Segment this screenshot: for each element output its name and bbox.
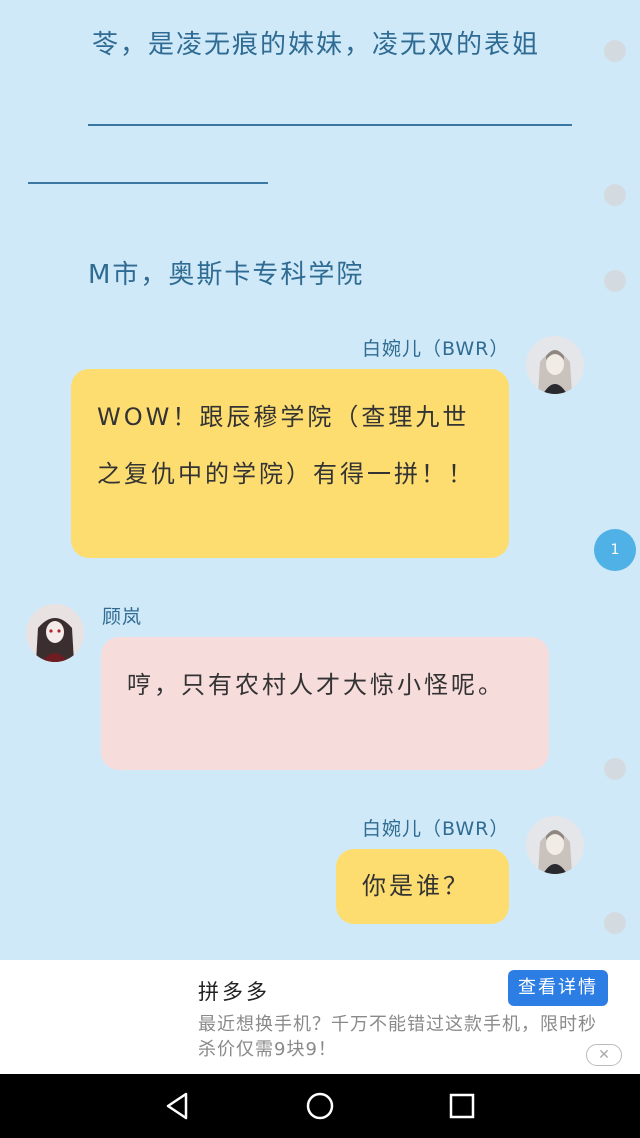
avatar[interactable] [526,336,584,394]
message-bubble[interactable]: 你是谁？ [336,849,509,924]
ad-body: 最近想换手机？千万不能错过这款手机，限时秒杀价仅需9块9！ [198,1014,597,1060]
scroll-dot[interactable] [604,270,626,292]
ad-title: 拼多多 [198,980,270,1004]
story-line-2: M市，奥斯卡专科学院 [88,260,365,290]
message-bubble[interactable]: WOW！跟辰穆学院（查理九世之复仇中的学院）有得一拼！！ [71,369,509,558]
story-line-1: 苓，是凌无痕的妹妹，凌无双的表姐 [92,30,541,60]
scroll-dot[interactable] [604,184,626,206]
back-icon[interactable] [162,1090,194,1122]
sender-name: 顾岚 [102,606,143,628]
message-bubble[interactable]: 哼，只有农村人才大惊小怪呢。 [101,637,549,770]
avatar-girl-icon [26,604,84,662]
page-indicator[interactable]: 1 [594,529,636,571]
ad-banner[interactable]: 拼多多 最近想换手机？千万不能错过这款手机，限时秒杀价仅需9块9！ 查看详情 ✕ [0,960,640,1074]
sender-name: 白婉儿（BWR） [362,338,510,360]
avatar[interactable] [26,604,84,662]
ad-details-button[interactable]: 查看详情 [508,970,608,1006]
chat-story-area: 苓，是凌无痕的妹妹，凌无双的表姐 M市，奥斯卡专科学院 1 白婉儿（BWR） W… [0,0,640,960]
recents-icon[interactable] [446,1090,478,1122]
divider-line [88,124,572,126]
scroll-dot[interactable] [604,40,626,62]
divider-line [28,182,268,184]
avatar-girl-icon [526,336,584,394]
scroll-dot[interactable] [604,912,626,934]
avatar[interactable] [526,816,584,874]
avatar-girl-icon [526,816,584,874]
close-icon[interactable]: ✕ [586,1044,622,1066]
navigation-bar [0,1074,640,1138]
sender-name: 白婉儿（BWR） [362,818,510,840]
home-icon[interactable] [304,1090,336,1122]
scroll-dot[interactable] [604,758,626,780]
